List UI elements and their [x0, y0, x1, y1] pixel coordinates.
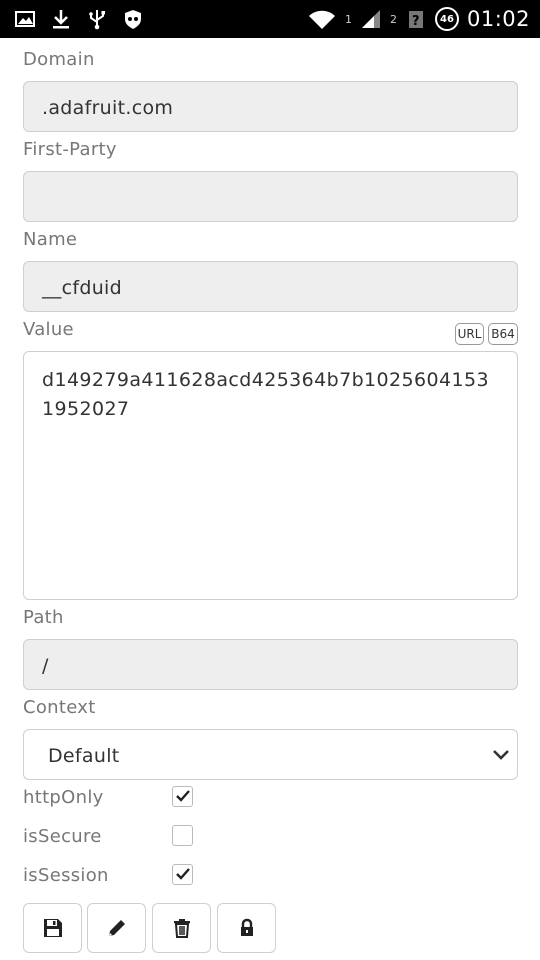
battery-icon: 46 [434, 7, 459, 31]
image-icon [14, 8, 36, 30]
domain-label: Domain [23, 49, 95, 70]
first-party-label: First-Party [23, 139, 117, 160]
context-select[interactable]: Default [23, 729, 518, 780]
check-icon [176, 790, 190, 802]
path-field[interactable]: / [23, 639, 518, 690]
usb-icon [86, 8, 108, 30]
save-icon [43, 919, 62, 937]
value-label: Value [23, 319, 74, 340]
issession-checkbox[interactable] [172, 864, 193, 885]
system-icons: 1 2 ? 46 01:02 [307, 6, 530, 32]
signal-icon [360, 8, 382, 30]
lock-icon [240, 918, 253, 936]
notification-icons [14, 6, 144, 32]
issecure-label: isSecure [23, 826, 102, 847]
check-icon [176, 868, 190, 880]
context-selected-value: Default [48, 745, 120, 767]
clock: 01:02 [466, 7, 530, 31]
status-bar: 1 2 ? 46 01:02 [0, 0, 540, 38]
sim-signal-icon: ? [405, 8, 427, 30]
httponly-label: httpOnly [23, 787, 104, 808]
path-label: Path [23, 607, 64, 628]
httponly-checkbox[interactable] [172, 786, 193, 807]
issecure-checkbox[interactable] [172, 825, 193, 846]
context-label: Context [23, 697, 96, 718]
domain-field[interactable]: .adafruit.com [23, 81, 518, 132]
issession-label: isSession [23, 865, 109, 886]
svg-text:?: ? [412, 14, 420, 29]
name-label: Name [23, 229, 78, 250]
shield-icon [122, 8, 144, 30]
download-icon [50, 8, 72, 30]
sim-label: 2 [389, 12, 397, 26]
value-textarea[interactable]: d149279a411628acd425364b7b1025604153 195… [23, 351, 518, 600]
lock-button[interactable] [217, 903, 276, 953]
delete-icon [173, 919, 190, 938]
save-button[interactable] [23, 903, 82, 953]
edit-icon [108, 920, 125, 936]
edit-button[interactable] [87, 903, 146, 953]
base64-decode-button[interactable]: B64 [488, 323, 518, 345]
chevron-down-icon [491, 744, 511, 764]
name-field[interactable]: __cfduid [23, 261, 518, 312]
url-decode-button[interactable]: URL [455, 323, 484, 345]
wifi-label: 1 [344, 12, 352, 26]
delete-button[interactable] [152, 903, 211, 953]
wifi-icon [307, 8, 337, 30]
first-party-field[interactable] [23, 171, 518, 222]
